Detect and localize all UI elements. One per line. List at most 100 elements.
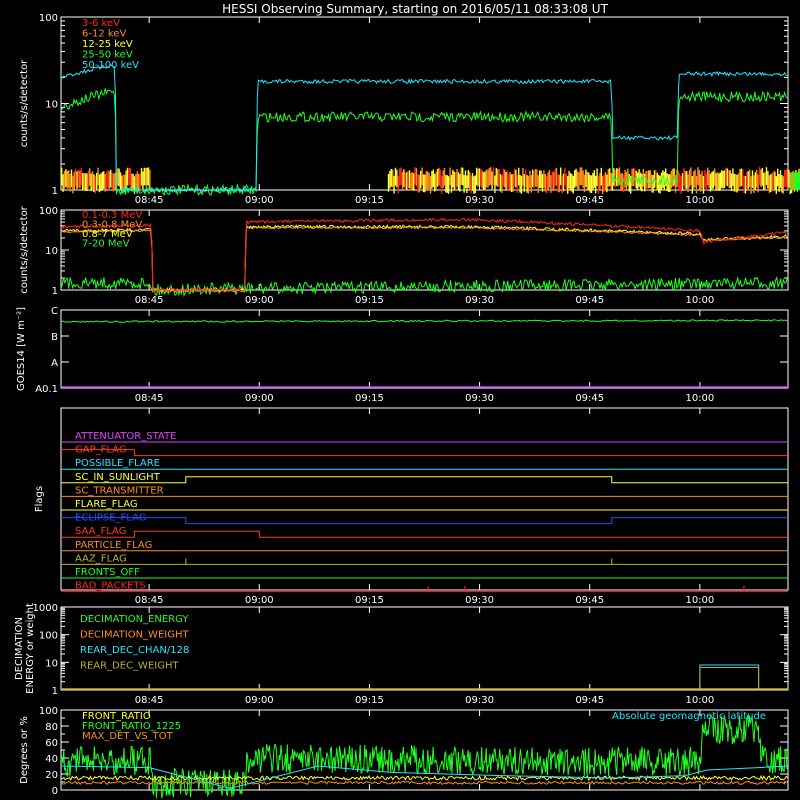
legend-entry: 25-50 keV: [82, 50, 133, 61]
legend-entry: 12-25 keV: [82, 39, 133, 50]
bar-mark: [481, 170, 483, 189]
bar-mark: [593, 170, 595, 188]
legend-entry: 7-20 MeV: [82, 239, 130, 250]
bar-mark: [770, 174, 772, 193]
flag-label: POSSIBLE_FLARE: [75, 458, 160, 469]
bar-mark: [610, 173, 612, 191]
x-tick-label: 09:15: [355, 195, 384, 206]
bar-mark: [411, 172, 413, 190]
bar-mark: [450, 174, 453, 193]
bar-mark: [438, 167, 440, 186]
bar-mark: [529, 170, 531, 189]
flag-line: [61, 530, 788, 538]
bar-mark: [648, 170, 650, 189]
bar-mark: [772, 171, 775, 189]
flag-label: SC_TRANSMITTER: [75, 485, 164, 496]
bar-mark: [455, 172, 457, 190]
y-axis-label: counts/s/detector: [19, 205, 30, 293]
y-tick-label: 1: [52, 286, 58, 297]
bar-mark: [539, 170, 541, 189]
bar-mark: [512, 173, 514, 192]
bar-mark: [761, 168, 763, 186]
bar-mark: [723, 170, 726, 188]
y-tick-label: A: [51, 358, 58, 369]
y-tick-label: 20: [45, 770, 58, 781]
bar-mark: [782, 176, 784, 194]
x-tick-label: 09:00: [245, 195, 274, 206]
bar-mark: [126, 167, 129, 186]
x-tick-label: 09:15: [355, 295, 384, 306]
bar-mark: [474, 175, 476, 194]
bar-mark: [722, 171, 724, 189]
bar-mark: [86, 173, 88, 192]
bar-mark: [548, 169, 551, 188]
bar-mark: [564, 168, 566, 186]
bar-mark: [511, 174, 513, 193]
bar-mark: [558, 174, 560, 193]
bar-mark: [136, 171, 138, 190]
flag-label: SAA_FLAG: [75, 526, 126, 537]
geomagnetic-latitude-annotation: Absolute geomagnetic latitude: [612, 711, 766, 722]
bar-mark: [737, 173, 740, 191]
y-tick-label: 10: [45, 658, 58, 669]
bar-mark: [732, 168, 734, 187]
y-axis-label: DECIMATION: [14, 617, 25, 680]
bar-mark: [729, 170, 731, 188]
series-rear-dec-chan: [699, 664, 760, 689]
bar-mark: [714, 168, 716, 187]
bar-mark: [436, 168, 439, 187]
bar-mark: [96, 172, 98, 191]
bar-mark: [582, 170, 584, 189]
bar-mark: [456, 168, 458, 187]
bar-mark: [519, 174, 521, 193]
bar-mark: [90, 173, 92, 192]
bar-mark: [546, 175, 548, 194]
bar-mark: [760, 169, 762, 188]
y-tick-label: 10: [45, 100, 58, 111]
bar-mark: [596, 168, 598, 187]
bar-mark: [434, 173, 436, 192]
bar-mark: [506, 170, 509, 189]
bar-mark: [399, 168, 401, 186]
bar-mark: [495, 168, 497, 186]
x-tick-label: 10:00: [685, 595, 714, 606]
bar-mark: [687, 174, 689, 193]
flag-label: ECLIPSE_FLAG: [75, 513, 146, 524]
bar-mark: [403, 169, 405, 188]
bar-mark: [711, 172, 713, 190]
bar-mark: [504, 169, 506, 188]
bar-mark: [418, 174, 420, 193]
bar-mark: [112, 173, 115, 192]
bar-mark: [483, 172, 485, 190]
bar-mark: [557, 174, 559, 193]
bar-mark: [497, 169, 499, 187]
bar-mark: [607, 169, 609, 187]
bar-mark: [449, 167, 451, 186]
bar-mark: [585, 169, 587, 188]
bar-mark: [87, 170, 89, 189]
bar-mark: [579, 167, 581, 186]
bar-mark: [441, 176, 443, 194]
bar-mark: [467, 170, 469, 188]
bar-mark: [547, 172, 549, 190]
y-axis-label: counts/s/detector: [19, 59, 30, 147]
bar-mark: [494, 175, 496, 194]
bar-mark: [79, 170, 81, 189]
bar-mark: [93, 174, 95, 192]
x-tick-label: 09:45: [575, 595, 604, 606]
bar-mark: [443, 167, 446, 186]
bar-mark: [662, 170, 664, 188]
bar-mark: [401, 172, 404, 190]
bar-mark: [765, 167, 768, 185]
bar-mark: [446, 175, 448, 193]
bar-mark: [417, 174, 419, 192]
bar-mark: [693, 171, 695, 189]
bar-mark: [394, 167, 397, 186]
bar-mark: [393, 175, 395, 194]
bar-mark: [478, 168, 481, 186]
bar-mark: [404, 172, 406, 191]
bar-mark: [655, 170, 657, 188]
bar-mark: [739, 169, 741, 187]
bar-mark: [691, 176, 693, 194]
bar-mark: [581, 167, 583, 186]
